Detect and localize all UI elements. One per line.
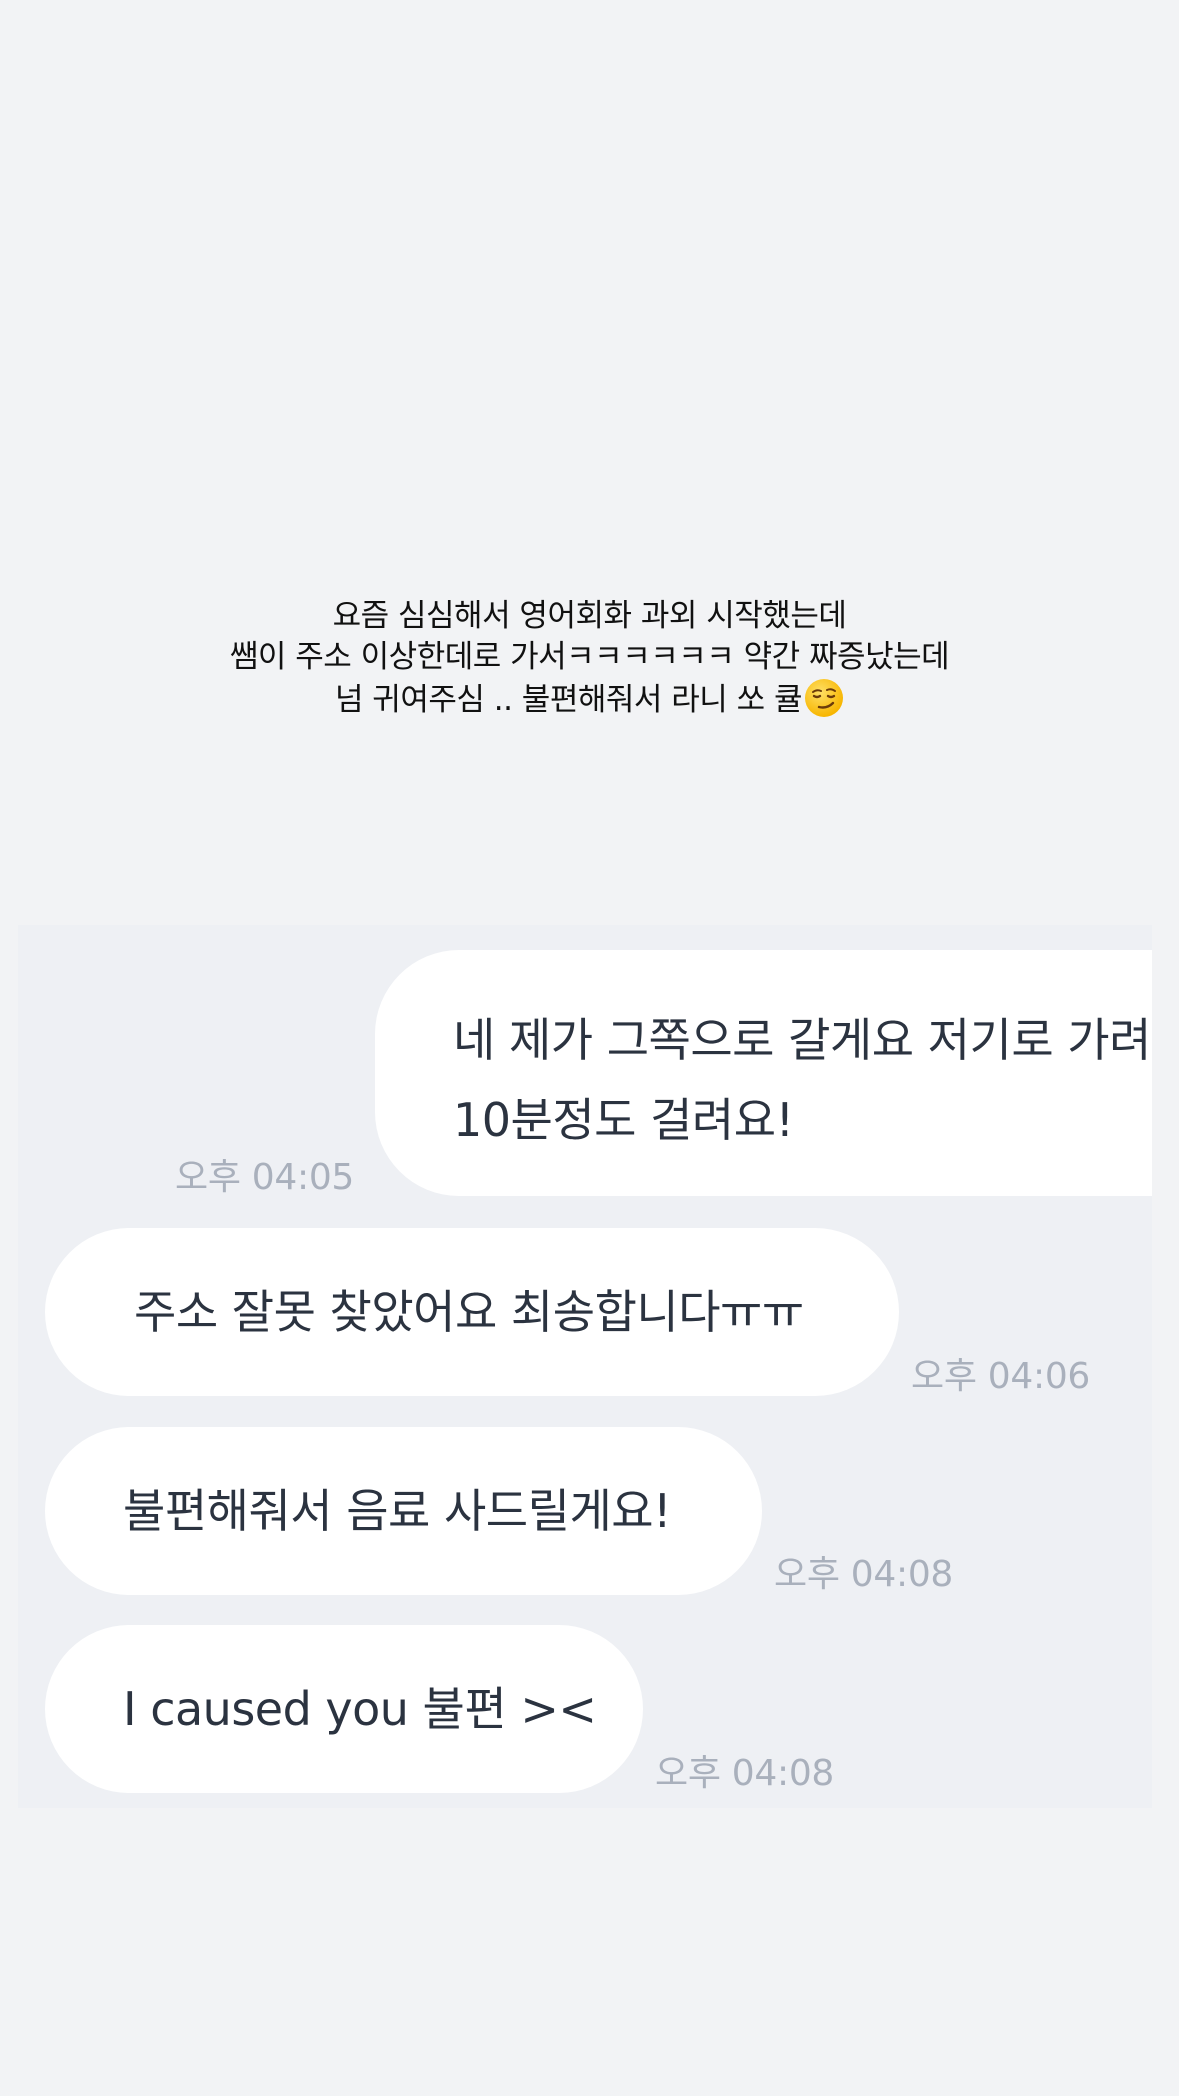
message-text: 주소 잘못 찾았어요 최송합니다ㅠㅠ	[134, 1285, 804, 1339]
message-timestamp: 오후 04:08	[655, 1753, 835, 1794]
message-text-line-1: 네 제가 그쪽으로 갈게요 저기로 가려면	[453, 1013, 1152, 1067]
message-bubble-outgoing[interactable]: 네 제가 그쪽으로 갈게요 저기로 가려면 10분정도 걸려요!	[375, 950, 1152, 1196]
message-timestamp: 오후 04:05	[175, 1157, 355, 1198]
caption-line-3-text: 넘 귀여주심 .. 불편해줘서 라니 쏘 큘	[334, 682, 803, 718]
smirking-face-emoji-icon	[805, 679, 844, 717]
message-timestamp: 오후 04:08	[774, 1554, 954, 1595]
story-caption: 요즘 심심해서 영어회화 과외 시작했는데 쌤이 주소 이상한데로 가서ㅋㅋㅋㅋ…	[0, 596, 1179, 721]
chat-screenshot: 네 제가 그쪽으로 갈게요 저기로 가려면 10분정도 걸려요! 오후 04:0…	[18, 925, 1152, 1808]
message-timestamp: 오후 04:06	[911, 1356, 1091, 1397]
caption-line-2: 쌤이 주소 이상한데로 가서ㅋㅋㅋㅋㅋㅋ 약간 짜증났는데	[229, 639, 950, 675]
message-bubble-incoming[interactable]: I caused you 불편 ><	[45, 1625, 643, 1793]
message-text-line-2: 10분정도 걸려요!	[453, 1093, 794, 1147]
message-text: 불편해줘서 음료 사드릴게요!	[123, 1484, 672, 1538]
caption-line-1: 요즘 심심해서 영어회화 과외 시작했는데	[332, 598, 847, 634]
message-text: I caused you 불편 ><	[123, 1682, 597, 1736]
message-bubble-incoming[interactable]: 주소 잘못 찾았어요 최송합니다ㅠㅠ	[45, 1228, 899, 1396]
message-bubble-incoming[interactable]: 불편해줘서 음료 사드릴게요!	[45, 1427, 762, 1595]
caption-line-3: 넘 귀여주심 .. 불편해줘서 라니 쏘 큘	[0, 678, 1179, 721]
